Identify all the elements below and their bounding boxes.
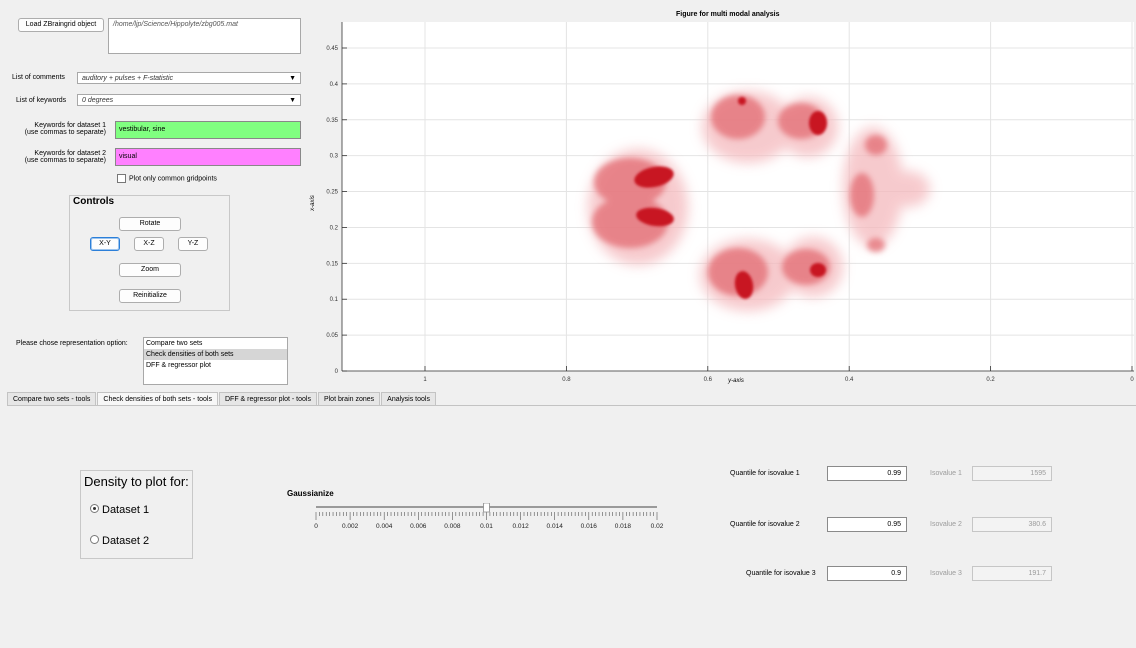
common-gridpoints-label: Plot only common gridpoints (129, 175, 217, 183)
rotate-button[interactable]: Rotate (119, 217, 181, 231)
controls-title: Controls (73, 196, 115, 207)
tab-check-densities[interactable]: Check densities of both sets - tools (97, 392, 218, 405)
list-item[interactable]: DFF & regressor plot (144, 360, 287, 371)
load-zbraingrid-button[interactable]: Load ZBraingrid object (18, 18, 104, 32)
representation-label: Please chose representation option: (16, 340, 128, 347)
x-tick-label: 0.2 (986, 377, 995, 383)
gaussianize-title: Gaussianize (287, 489, 334, 498)
list-item[interactable]: Compare two sets (144, 338, 287, 349)
isovalue1-field: 1595 (972, 466, 1052, 481)
y-tick-label: 0.4 (330, 82, 339, 88)
dropdown-arrow-icon: ▼ (289, 97, 296, 104)
keywords-label: List of keywords (16, 97, 67, 104)
slider-tick-label: 0.008 (444, 523, 461, 530)
dropdown-arrow-icon: ▼ (289, 75, 296, 82)
reinitialize-button[interactable]: Reinitialize (119, 289, 181, 303)
gaussianize-slider[interactable]: 0 0.002 0.004 0.006 0.008 0.01 0.012 0.014 0.016… (305, 503, 675, 533)
y-tick-label: 0.1 (330, 297, 339, 303)
radio-dataset1-label: Dataset 1 (102, 504, 150, 516)
common-gridpoints-checkbox[interactable]: Plot only common gridpoints (117, 174, 217, 183)
isovalue3-label: Isovalue 3 (930, 570, 962, 577)
quantile1-input[interactable]: 0.99 (827, 466, 907, 481)
quantile3-input[interactable]: 0.9 (827, 566, 907, 581)
file-path-field[interactable]: /home/ljp/Science/Hippolyte/zbg005.mat (108, 18, 301, 54)
comments-dropdown[interactable]: auditory + pulses + F-statistic ▼ (77, 72, 301, 84)
y-tick-label: 0.25 (326, 190, 338, 196)
view-yz-button[interactable]: Y-Z (178, 237, 208, 251)
radio-dataset1[interactable]: Dataset 1 (90, 503, 149, 517)
zoom-button[interactable]: Zoom (119, 263, 181, 277)
y-tick-label: 0 (335, 369, 339, 375)
quantile2-label: Quantile for isovalue 2 (730, 521, 800, 528)
isovalue2-field: 380.6 (972, 517, 1052, 532)
tab-compare-two-sets[interactable]: Compare two sets - tools (7, 392, 97, 405)
slider-tick-label: 0.01 (480, 523, 493, 530)
slider-thumb[interactable] (483, 503, 490, 513)
slider-tick-label: 0.002 (342, 523, 359, 530)
slider-tick-label: 0 (314, 523, 318, 530)
tab-plot-brain-zones[interactable]: Plot brain zones (317, 392, 381, 405)
isovalue3-field: 191.7 (972, 566, 1052, 581)
quantile2-input[interactable]: 0.95 (827, 517, 907, 532)
keywords-value: 0 degrees (82, 97, 114, 104)
radio-dataset2[interactable]: Dataset 2 (90, 534, 149, 548)
view-xz-button[interactable]: X-Z (134, 237, 164, 251)
view-xy-button[interactable]: X-Y (90, 237, 120, 251)
comments-label: List of comments (12, 74, 65, 81)
radio-dataset2-label: Dataset 2 (102, 535, 150, 547)
y-tick-label: 0.15 (326, 261, 338, 267)
x-tick-label: 0.6 (704, 377, 713, 383)
y-tick-label: 0.3 (330, 154, 339, 160)
list-item[interactable]: Check densities of both sets (144, 349, 287, 360)
slider-tick-label: 0.02 (651, 523, 664, 530)
tab-dff-regressor[interactable]: DFF & regressor plot - tools (218, 392, 317, 405)
tab-analysis-tools[interactable]: Analysis tools (381, 392, 436, 405)
quantile3-label: Quantile for isovalue 3 (746, 570, 816, 577)
radio-selected-icon (90, 504, 99, 513)
dataset2-label: Keywords for dataset 2 (use commas to sep… (24, 150, 106, 164)
figure-plot[interactable]: 0.45 0.4 0.35 0.3 0.25 0.2 0.15 0.1 0.05 0 1 0.8 0.… (308, 17, 1136, 387)
tool-tabs: Compare two sets - tools Check densities… (7, 392, 437, 405)
radio-unselected-icon (90, 535, 99, 544)
slider-tick-label: 0.018 (615, 523, 632, 530)
isovalue1-label: Isovalue 1 (930, 470, 962, 477)
x-axis-label: y-axis (727, 378, 744, 384)
y-tick-label: 0.35 (326, 118, 338, 124)
y-axis-label: x-axis (310, 195, 316, 212)
slider-tick-label: 0.014 (547, 523, 564, 530)
dataset1-keywords-input[interactable]: vestibular, sine (115, 121, 301, 139)
dataset1-label: Keywords for dataset 1 (use commas to sep… (24, 122, 106, 136)
y-tick-label: 0.45 (326, 46, 338, 52)
slider-tick-label: 0.006 (410, 523, 427, 530)
density-title: Density to plot for: (84, 474, 189, 489)
x-tick-label: 0.4 (845, 377, 854, 383)
quantile1-label: Quantile for isovalue 1 (730, 470, 800, 477)
checkbox-icon (117, 174, 126, 183)
x-tick-label: 0 (1130, 377, 1134, 383)
representation-listbox[interactable]: Compare two sets Check densities of both… (143, 337, 288, 385)
x-tick-label: 0.8 (562, 377, 571, 383)
x-tick-label: 1 (423, 377, 427, 383)
slider-tick-label: 0.004 (376, 523, 393, 530)
dataset2-keywords-input[interactable]: visual (115, 148, 301, 166)
comments-value: auditory + pulses + F-statistic (82, 75, 174, 82)
y-tick-label: 0.05 (326, 333, 338, 339)
slider-tick-label: 0.012 (512, 523, 529, 530)
y-tick-label: 0.2 (330, 225, 339, 231)
slider-tick-label: 0.016 (581, 523, 598, 530)
isovalue2-label: Isovalue 2 (930, 521, 962, 528)
keywords-dropdown[interactable]: 0 degrees ▼ (77, 94, 301, 106)
